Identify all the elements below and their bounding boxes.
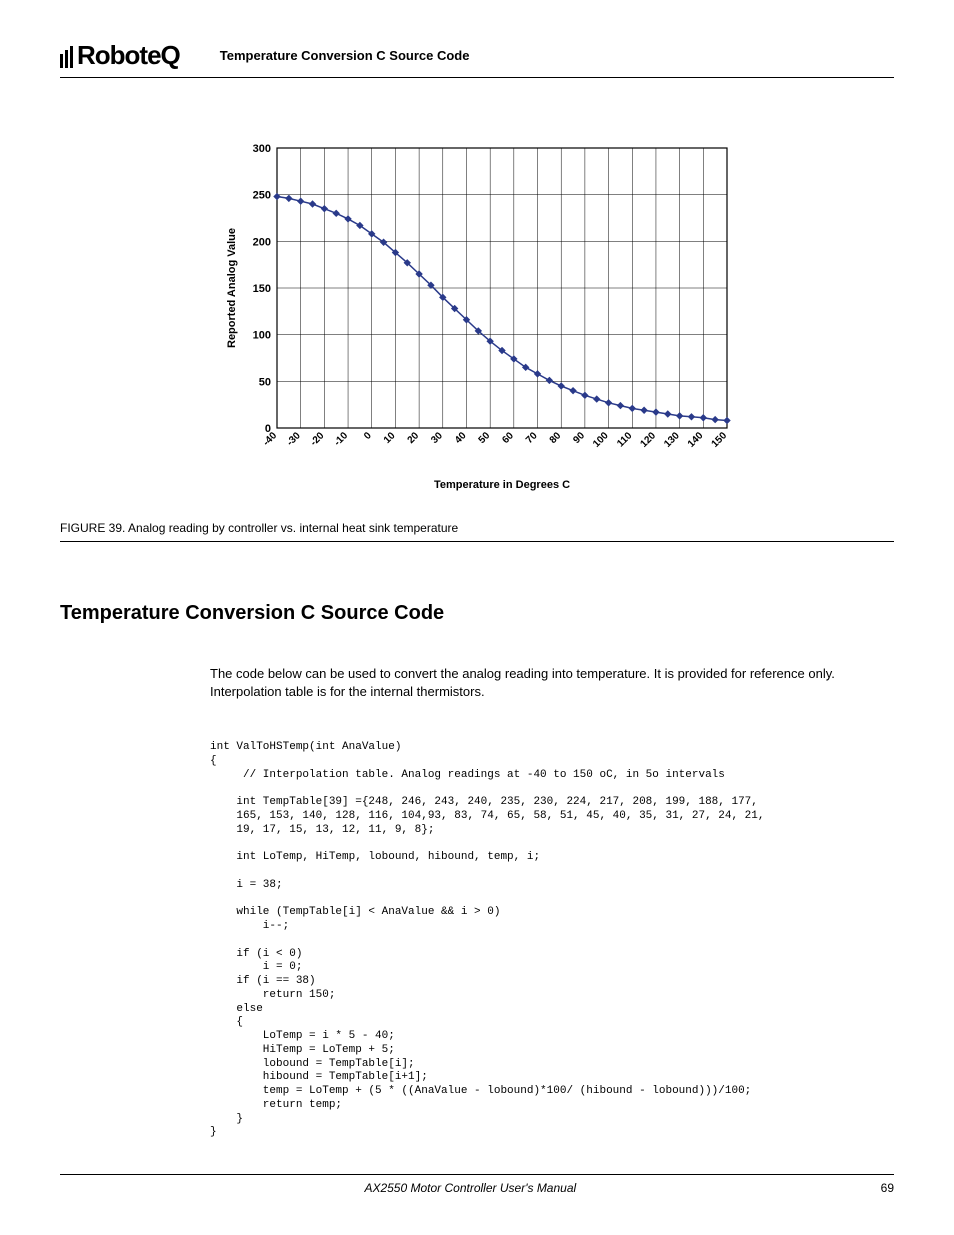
page-header: RoboteQ Temperature Conversion C Source … — [60, 40, 894, 78]
document-page: RoboteQ Temperature Conversion C Source … — [0, 0, 954, 1235]
figure-caption: FIGURE 39. Analog reading by controller … — [60, 513, 894, 542]
svg-text:130: 130 — [662, 430, 682, 450]
svg-text:150: 150 — [710, 430, 730, 450]
footer-page-number: 69 — [881, 1181, 894, 1195]
svg-text:-10: -10 — [332, 430, 350, 448]
section-body: The code below can be used to convert th… — [210, 665, 894, 701]
header-title: Temperature Conversion C Source Code — [220, 48, 894, 63]
footer-manual-title: AX2550 Motor Controller User's Manual — [60, 1181, 881, 1195]
svg-text:90: 90 — [571, 430, 587, 446]
line-chart: 050100150200250300-40-30-20-100102030405… — [217, 138, 737, 498]
svg-text:30: 30 — [429, 430, 445, 446]
svg-text:60: 60 — [500, 430, 516, 446]
brand-logo: RoboteQ — [60, 40, 180, 71]
svg-text:100: 100 — [591, 430, 611, 450]
svg-text:50: 50 — [259, 376, 271, 388]
svg-text:Reported Analog Value: Reported Analog Value — [226, 228, 238, 348]
svg-text:-40: -40 — [261, 430, 279, 448]
svg-text:70: 70 — [524, 430, 540, 446]
svg-text:20: 20 — [406, 430, 422, 446]
svg-text:110: 110 — [615, 430, 634, 449]
svg-text:10: 10 — [382, 430, 398, 446]
section-title: Temperature Conversion C Source Code — [60, 602, 894, 625]
svg-text:80: 80 — [548, 430, 564, 446]
page-footer: AX2550 Motor Controller User's Manual 69 — [60, 1174, 894, 1195]
svg-text:Temperature in Degrees C: Temperature in Degrees C — [434, 479, 570, 491]
chart-container: 050100150200250300-40-30-20-100102030405… — [60, 138, 894, 503]
svg-text:150: 150 — [253, 283, 271, 295]
logo-bars-icon — [60, 44, 75, 68]
svg-text:100: 100 — [253, 330, 271, 342]
svg-text:120: 120 — [638, 430, 658, 450]
svg-text:250: 250 — [253, 190, 271, 202]
svg-text:200: 200 — [253, 236, 271, 248]
svg-text:40: 40 — [453, 430, 469, 446]
svg-text:0: 0 — [362, 430, 374, 442]
code-block: int ValToHSTemp(int AnaValue) { // Inter… — [210, 741, 894, 1140]
svg-text:140: 140 — [686, 430, 706, 450]
svg-text:-20: -20 — [308, 430, 326, 448]
logo-text: RoboteQ — [77, 40, 180, 71]
svg-text:50: 50 — [477, 430, 493, 446]
svg-text:300: 300 — [253, 143, 271, 155]
svg-text:-30: -30 — [285, 430, 303, 448]
